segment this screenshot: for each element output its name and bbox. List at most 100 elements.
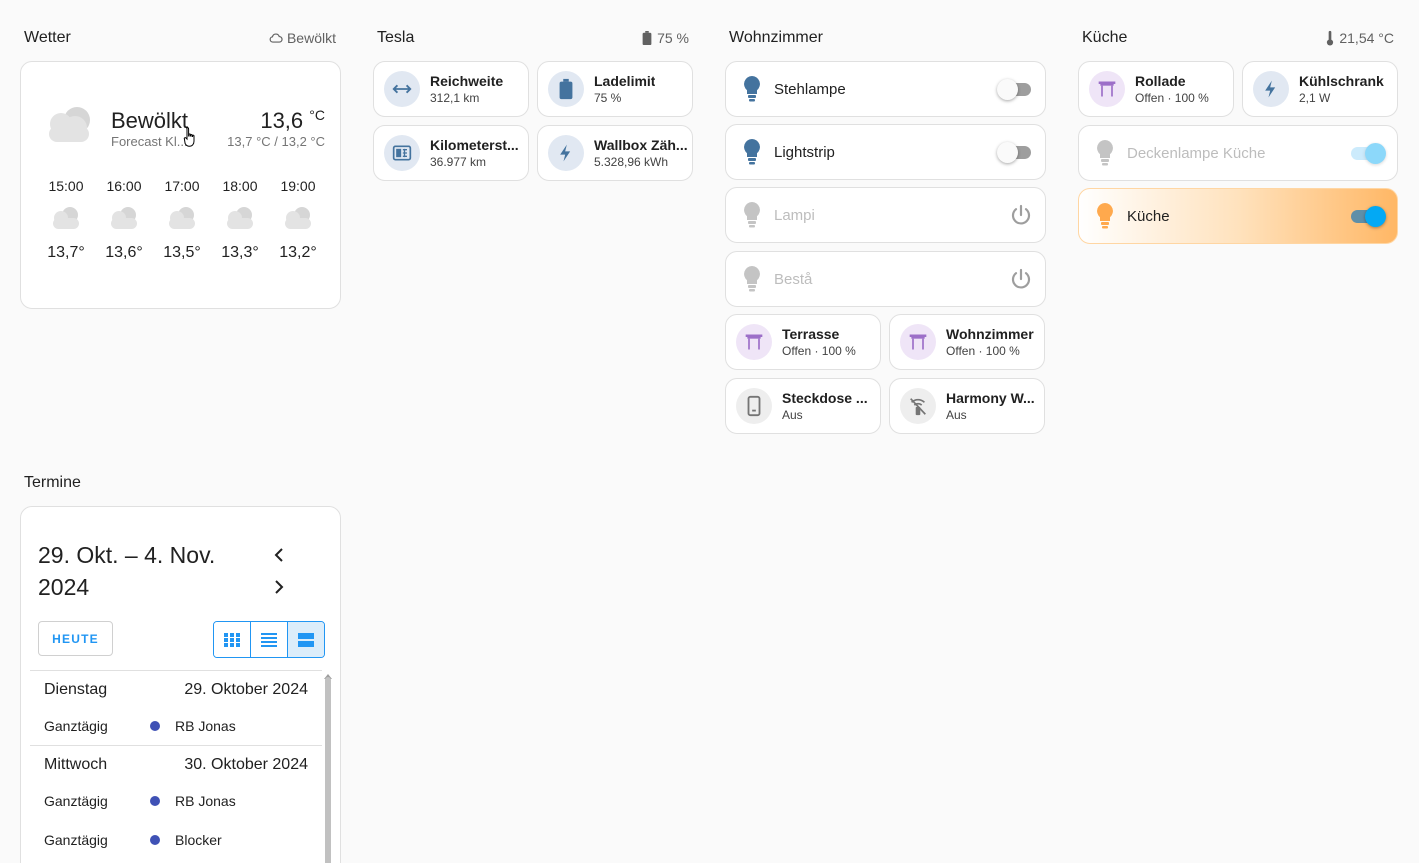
light-row-lampi[interactable]: Lampi <box>725 187 1046 243</box>
forecast-time: 19:00 <box>280 178 316 194</box>
power-icon[interactable] <box>1009 267 1033 291</box>
lightbulb-icon <box>744 139 760 165</box>
forecast-temp: 13,2° <box>279 244 317 261</box>
forecast-item: 15:00 13,7° <box>37 178 95 262</box>
thermometer-icon <box>1327 30 1334 46</box>
tile-wohnzimmer-shutter[interactable]: Wohnzimmer Offen · 100 % <box>889 314 1045 370</box>
light-row-deckenlampe-kueche[interactable]: Deckenlampe Küche <box>1078 125 1398 181</box>
forecast-temp: 13,6° <box>105 244 143 261</box>
light-toggle[interactable] <box>1349 142 1386 164</box>
tile-name: Wallbox Zäh... <box>594 137 688 153</box>
forecast-temp: 13,7° <box>47 244 85 261</box>
calendar-event[interactable]: Ganztägig Blocker <box>30 820 322 859</box>
light-row-stehlampe[interactable]: Stehlampe <box>725 61 1046 117</box>
termine-section-title: Termine <box>24 474 81 491</box>
today-button[interactable]: HEUTE <box>38 621 113 656</box>
event-color-dot <box>150 795 160 806</box>
cloud-outline-icon <box>269 33 283 43</box>
weather-temp-unit: °C <box>309 107 325 123</box>
view-day-button[interactable] <box>288 622 324 657</box>
calendar-event[interactable]: Ganztägig RB Jonas <box>30 706 322 745</box>
tile-steckdose[interactable]: Steckdose ... Aus <box>725 378 881 434</box>
lightbulb-icon <box>744 202 760 228</box>
termine-header: Termine <box>24 473 336 493</box>
light-name: Stehlampe <box>774 80 846 98</box>
power-socket-icon <box>736 388 772 424</box>
view-week-icon <box>261 632 277 647</box>
battery-icon <box>642 31 652 45</box>
cloudy-icon <box>285 207 311 229</box>
lightbulb-icon <box>744 266 760 292</box>
tesla-battery-badge[interactable]: 75 % <box>641 30 689 46</box>
cloudy-icon <box>169 207 195 229</box>
tile-name: Kühlschrank <box>1299 73 1384 89</box>
day-weekday: Mittwoch <box>44 756 108 773</box>
tile-rollade[interactable]: Rollade Offen · 100 % <box>1078 61 1234 117</box>
grid-icon <box>224 632 240 647</box>
day-weekday: Dienstag <box>44 681 108 698</box>
light-name: Lightstrip <box>774 143 835 161</box>
calendar-scrollbar[interactable] <box>325 677 331 863</box>
tesla-section-title: Tesla <box>377 29 415 46</box>
tesla-header: Tesla 75 % <box>377 28 689 48</box>
calendar-event[interactable]: Ganztägig RB Jonas <box>30 781 322 820</box>
window-shutter-icon <box>900 324 936 360</box>
tile-harmony[interactable]: Harmony W... Aus <box>889 378 1045 434</box>
weather-temp-range: 13,7 °C / 13,2 °C <box>227 134 325 149</box>
tile-ladelimit[interactable]: Ladelimit 75 % <box>537 61 693 117</box>
tile-wallbox[interactable]: Wallbox Zäh... 5.328,96 kWh <box>537 125 693 181</box>
light-row-lightstrip[interactable]: Lightstrip <box>725 124 1046 180</box>
weather-forecast: 15:00 13,7° 16:00 13,6° 17:00 13,5° 18:0… <box>37 178 327 262</box>
view-month-button[interactable] <box>214 622 251 657</box>
light-row-besta[interactable]: Bestå <box>725 251 1046 307</box>
weather-badge[interactable]: Bewölkt <box>269 30 336 46</box>
wohnzimmer-header: Wohnzimmer <box>729 28 1041 48</box>
light-toggle[interactable] <box>997 78 1033 100</box>
light-toggle[interactable] <box>1349 205 1386 227</box>
kueche-temp-badge[interactable]: 21,54 °C <box>1325 30 1394 46</box>
calendar-prev-button[interactable] <box>269 545 289 565</box>
weather-temperature: 13,6 °C <box>260 107 325 134</box>
kueche-temp-value: 21,54 °C <box>1339 30 1394 46</box>
day-date: 30. Oktober 2024 <box>184 756 308 773</box>
chevron-left-icon <box>274 548 283 562</box>
weather-header: Wetter Bewölkt <box>24 28 336 48</box>
power-icon[interactable] <box>1009 203 1033 227</box>
window-shutter-icon <box>736 324 772 360</box>
weather-card[interactable]: Bewölkt Forecast Kl... 13,6 °C 13,7 °C /… <box>20 61 341 309</box>
tile-state: 2,1 W <box>1299 91 1331 105</box>
view-week-button[interactable] <box>251 622 288 657</box>
tile-reichweite[interactable]: Reichweite 312,1 km <box>373 61 529 117</box>
forecast-item: 19:00 13,2° <box>269 178 327 262</box>
event-color-dot <box>150 720 160 731</box>
day-header: Mittwoch 30. Oktober 2024 <box>30 745 322 781</box>
tile-name: Reichweite <box>430 73 504 89</box>
tile-name: Terrasse <box>782 326 840 342</box>
tile-state: 36.977 km <box>430 155 487 169</box>
event-title: RB Jonas <box>175 792 236 809</box>
chevron-right-icon <box>275 580 284 594</box>
calendar-next-button[interactable] <box>269 577 289 597</box>
forecast-time: 15:00 <box>48 178 84 194</box>
tile-name: Ladelimit <box>594 73 656 89</box>
tile-state: 312,1 km <box>430 91 480 105</box>
tile-kilometerstand[interactable]: Kilometerst... 36.977 km <box>373 125 529 181</box>
tile-kuehlschrank[interactable]: Kühlschrank 2,1 W <box>1242 61 1398 117</box>
light-row-kueche[interactable]: Küche <box>1078 188 1398 244</box>
light-name: Lampi <box>774 206 815 224</box>
tile-name: Kilometerst... <box>430 137 519 153</box>
mouse-pointer-icon <box>183 126 195 147</box>
kueche-section-title: Küche <box>1082 29 1128 46</box>
weather-condition: Bewölkt <box>111 108 189 133</box>
tile-name: Steckdose ... <box>782 390 868 406</box>
calendar-view-toggle <box>213 621 325 658</box>
counter-icon <box>384 135 420 171</box>
tile-terrasse[interactable]: Terrasse Offen · 100 % <box>725 314 881 370</box>
lightning-bolt-icon <box>548 135 584 171</box>
forecast-temp: 13,3° <box>221 244 259 261</box>
weather-subtitle: Forecast Kl... <box>111 134 188 149</box>
light-toggle[interactable] <box>997 141 1033 163</box>
calendar-event-list: Dienstag 29. Oktober 2024 Ganztägig RB J… <box>30 670 322 859</box>
range-arrows-icon <box>384 71 420 107</box>
lightbulb-icon <box>744 76 760 102</box>
